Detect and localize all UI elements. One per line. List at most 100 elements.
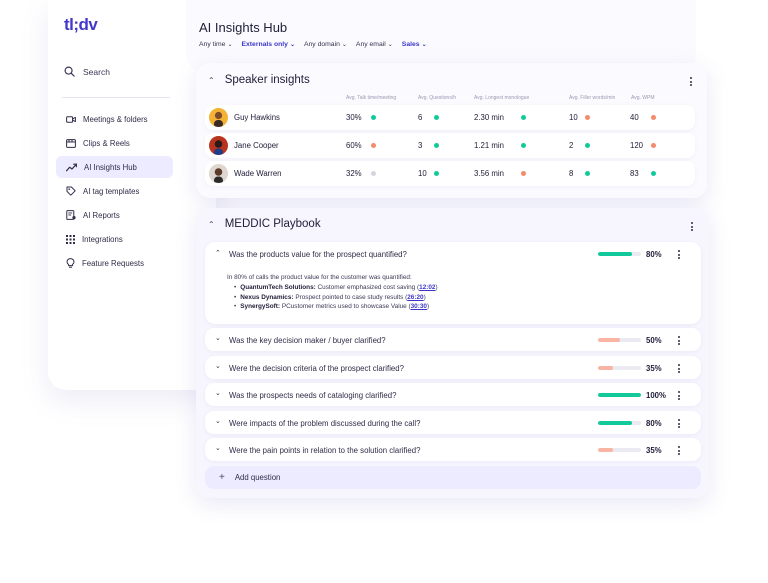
add-question-label: Add question xyxy=(234,473,281,482)
detail-text: Prospect pointed to case study results ( xyxy=(295,293,408,301)
questions-value: 10 xyxy=(418,169,427,178)
chevron-down-icon[interactable]: ⌄ xyxy=(215,444,221,452)
avatar xyxy=(209,164,228,183)
filter-label: Sales xyxy=(401,41,420,48)
wpm-value: 83 xyxy=(630,169,639,178)
status-dot-questions xyxy=(434,171,439,176)
app-logo[interactable]: tl;dv xyxy=(64,15,98,35)
more-options-icon[interactable] xyxy=(676,446,682,455)
question-row[interactable]: ⌄ Were impacts of the problem discussed … xyxy=(205,411,701,434)
question-row[interactable]: ⌄ Were the pain points in relation to th… xyxy=(205,438,701,461)
chevron-down-icon: ⌄ xyxy=(227,42,233,48)
timestamp-link[interactable]: 12:02 xyxy=(419,284,435,291)
filter-sales[interactable]: Sales ⌄ xyxy=(402,41,427,48)
progress-bar xyxy=(598,393,641,397)
more-options-icon[interactable] xyxy=(676,250,682,259)
more-options-icon[interactable] xyxy=(676,364,682,373)
monologue-value: 2.30 min xyxy=(474,113,504,122)
detail-item: Nexus Dynamics: Prospect pointed to case… xyxy=(234,293,438,303)
sidebar-item-ai-reports[interactable]: AI Reports xyxy=(56,204,173,226)
question-row[interactable]: ⌄ Was the key decision maker / buyer cla… xyxy=(205,328,701,351)
column-header-talk-time: Avg. Talk time/meeting xyxy=(346,95,397,101)
question-row[interactable]: ⌄ Was the prospects needs of cataloging … xyxy=(205,383,701,406)
progress-bar xyxy=(598,252,641,256)
question-text[interactable]: Was the products value for the prospect … xyxy=(229,250,407,259)
progress-fill xyxy=(598,393,641,397)
speaker-insights-header[interactable]: ⌃ Speaker insights xyxy=(208,74,310,86)
progress-fill xyxy=(598,448,614,452)
chevron-down-icon: ⌄ xyxy=(421,42,427,48)
wpm-value: 120 xyxy=(630,141,644,150)
questions-value: 6 xyxy=(418,113,423,122)
chevron-up-icon[interactable]: ⌃ xyxy=(215,249,221,257)
detail-list: QuantumTech Solutions: Customer emphasiz… xyxy=(234,283,438,312)
chevron-up-icon: ⌃ xyxy=(208,219,215,229)
filter-email[interactable]: Any email ⌄ xyxy=(356,41,393,48)
more-options-icon[interactable] xyxy=(676,336,682,345)
tag-icon xyxy=(66,186,76,196)
sidebar-item-clips[interactable]: Clips & Reels xyxy=(56,132,173,154)
add-question-button[interactable]: + Add question xyxy=(205,466,701,489)
company-name: Nexus Dynamics: xyxy=(240,293,294,301)
speaker-row[interactable]: Jane Cooper 60% 3 1.21 min 2 120 xyxy=(205,133,695,158)
chevron-down-icon: ⌄ xyxy=(341,42,347,48)
grid-icon xyxy=(66,234,75,244)
sidebar-item-ai-tag-templates[interactable]: AI tag templates xyxy=(56,180,173,202)
chevron-up-icon: ⌃ xyxy=(208,75,215,85)
filler-words-value: 8 xyxy=(569,169,574,178)
chevron-down-icon[interactable]: ⌄ xyxy=(215,362,221,370)
search-button[interactable]: Search xyxy=(64,66,110,77)
page-title: AI Insights Hub xyxy=(199,20,288,35)
sidebar-item-meetings[interactable]: Meetings & folders xyxy=(56,108,173,130)
chevron-down-icon[interactable]: ⌄ xyxy=(215,417,221,425)
status-dot-wpm xyxy=(651,143,656,148)
progress-bar xyxy=(598,448,641,452)
filler-words-value: 10 xyxy=(569,113,578,122)
timestamp-link[interactable]: 26:20 xyxy=(407,294,423,301)
chevron-down-icon[interactable]: ⌄ xyxy=(215,389,221,397)
company-name: SynergySoft: xyxy=(240,303,281,311)
meddic-header[interactable]: ⌃ MEDDIC Playbook xyxy=(208,218,321,230)
timestamp-link[interactable]: 30:30 xyxy=(411,303,427,310)
sidebar-item-ai-insights-hub[interactable]: AI Insights Hub xyxy=(56,156,173,178)
speaker-row[interactable]: Wade Warren 32% 10 3.56 min 8 83 xyxy=(205,161,695,186)
more-options-icon[interactable] xyxy=(688,77,694,86)
filter-label: Any time xyxy=(199,41,226,48)
video-camera-icon xyxy=(66,115,76,123)
speaker-name: Jane Cooper xyxy=(234,141,279,150)
speaker-row[interactable]: Guy Hawkins 30% 6 2.30 min 10 40 xyxy=(205,105,695,130)
more-options-icon[interactable] xyxy=(689,222,695,231)
company-name: QuantumTech Solutions: xyxy=(240,283,316,291)
percent-value: 35% xyxy=(646,364,662,373)
sidebar-item-integrations[interactable]: Integrations xyxy=(56,228,173,250)
sidebar-item-feature-requests[interactable]: Feature Requests xyxy=(56,252,173,274)
avatar xyxy=(209,136,228,155)
detail-close: ) xyxy=(426,303,430,311)
progress-fill xyxy=(598,252,633,256)
detail-close: ) xyxy=(423,293,426,301)
sidebar-item-label: AI Insights Hub xyxy=(84,162,137,172)
speaker-name: Wade Warren xyxy=(234,169,282,178)
talk-time-value: 32% xyxy=(346,169,362,178)
question-text: Were impacts of the problem discussed du… xyxy=(229,419,421,428)
bulb-icon xyxy=(66,258,75,268)
filter-time[interactable]: Any time ⌄ xyxy=(199,41,232,48)
question-detail: In 80% of calls the product value for th… xyxy=(227,273,438,312)
avatar xyxy=(209,108,228,127)
question-text: Were the pain points in relation to the … xyxy=(229,446,421,455)
chevron-down-icon[interactable]: ⌄ xyxy=(215,334,221,342)
monologue-value: 1.21 min xyxy=(474,141,504,150)
question-row[interactable]: ⌄ Were the decision criteria of the pros… xyxy=(205,356,701,379)
status-dot-wpm xyxy=(651,171,656,176)
percent-value: 80% xyxy=(646,419,662,428)
status-dot-filler xyxy=(585,115,590,120)
talk-time-value: 30% xyxy=(346,113,362,122)
filter-label: Externals only xyxy=(241,41,288,48)
filter-externals[interactable]: Externals only ⌄ xyxy=(241,41,295,48)
status-dot-talk xyxy=(371,143,376,148)
more-options-icon[interactable] xyxy=(676,391,682,400)
more-options-icon[interactable] xyxy=(676,419,682,428)
monologue-value: 3.56 min xyxy=(474,169,504,178)
filter-domain[interactable]: Any domain ⌄ xyxy=(304,41,347,48)
questions-value: 3 xyxy=(418,141,423,150)
